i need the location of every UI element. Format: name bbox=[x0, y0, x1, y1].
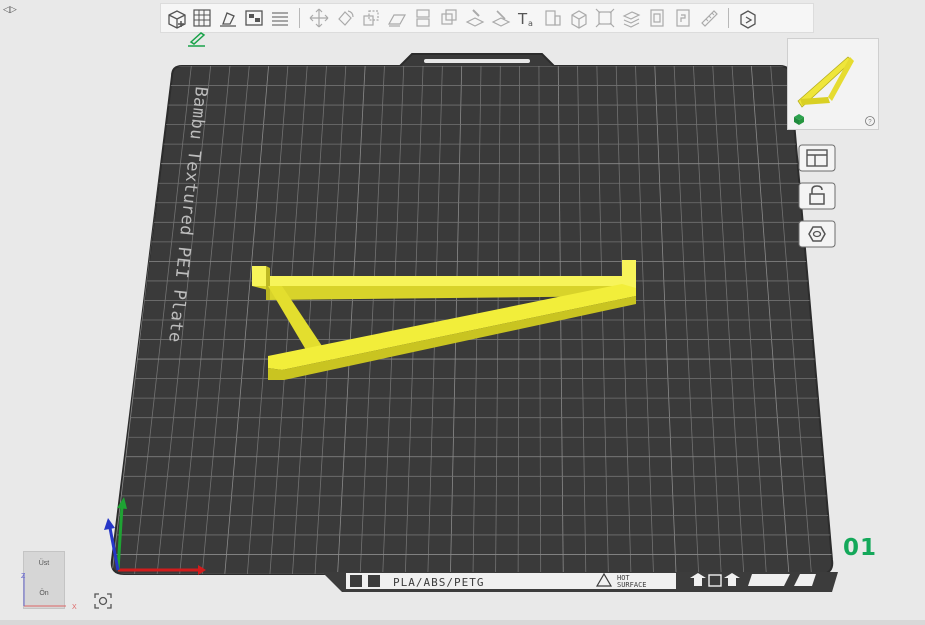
add-cube-icon bbox=[168, 10, 186, 29]
toolbar-scale-button[interactable] bbox=[358, 5, 384, 31]
arrange-icon bbox=[245, 10, 263, 26]
arrange-layout-button[interactable] bbox=[797, 143, 837, 173]
toolbar-measure-button[interactable] bbox=[696, 5, 722, 31]
seam-paint-icon bbox=[491, 10, 511, 27]
toolbar-arrange-button[interactable] bbox=[241, 5, 267, 31]
plate-handle bbox=[424, 59, 530, 63]
grid-plus-icon bbox=[193, 9, 211, 27]
assemble-view-icon bbox=[740, 10, 756, 29]
toolbar-add-plate-button[interactable] bbox=[189, 5, 215, 31]
brim-ears-icon bbox=[676, 9, 690, 27]
toolbar-assemble-view-button[interactable] bbox=[735, 5, 761, 31]
top-toolbar: Ta bbox=[160, 3, 814, 33]
view-cube-top-face[interactable]: Üst bbox=[24, 560, 64, 567]
orient-icon bbox=[220, 12, 236, 27]
mesh-icon bbox=[650, 9, 664, 27]
toolbar-boolean-button[interactable] bbox=[436, 5, 462, 31]
rotate-icon bbox=[338, 10, 354, 26]
toolbar-support-paint-button[interactable] bbox=[462, 5, 488, 31]
toolbar-rotate-button[interactable] bbox=[332, 5, 358, 31]
toolbar-add-object-button[interactable] bbox=[163, 5, 189, 31]
toolbar-mesh-boolean-button[interactable] bbox=[644, 5, 670, 31]
toolbar-brim-ears-button[interactable] bbox=[670, 5, 696, 31]
toolbar-separator bbox=[728, 8, 729, 28]
measure-corner-icon bbox=[595, 8, 615, 28]
toolbar-assembly-button[interactable] bbox=[566, 5, 592, 31]
toolbar-cut-button[interactable] bbox=[410, 5, 436, 31]
material-label: PLA/ABS/PETG bbox=[393, 576, 484, 589]
emboss-icon bbox=[545, 10, 561, 26]
warning-line2: SURFACE bbox=[617, 581, 647, 589]
toolbar-move-button[interactable] bbox=[306, 5, 332, 31]
svg-text:a: a bbox=[528, 19, 533, 28]
plate-number[interactable]: 01 bbox=[843, 535, 877, 561]
toolbar-text-button[interactable]: Ta bbox=[514, 5, 540, 31]
plate-icon-a bbox=[350, 575, 362, 587]
lay-on-face-icon bbox=[387, 14, 407, 27]
move-icon bbox=[309, 8, 329, 28]
variable-layer-icon bbox=[622, 11, 641, 28]
toolbar-split-plate-button[interactable] bbox=[267, 5, 293, 31]
toolbar-separator bbox=[299, 8, 300, 28]
boolean-icon bbox=[441, 9, 457, 25]
svg-text:T: T bbox=[517, 10, 528, 28]
scale-icon bbox=[363, 10, 379, 26]
edit-pencil-icon[interactable] bbox=[185, 30, 209, 48]
zoom-fit-icon[interactable] bbox=[92, 591, 114, 611]
thumbnail-cube-icon bbox=[794, 114, 804, 125]
svg-text:?: ? bbox=[868, 119, 872, 125]
toolbar-auto-orient-button[interactable] bbox=[215, 5, 241, 31]
lock-plate-button[interactable] bbox=[797, 181, 837, 211]
toolbar-svg-emboss-button[interactable] bbox=[540, 5, 566, 31]
mini-axis-z-label: Z bbox=[21, 573, 26, 580]
hex-nut-icon bbox=[798, 220, 836, 248]
layout-icon bbox=[798, 144, 836, 172]
support-paint-icon bbox=[465, 9, 485, 27]
toolbar-measure-corner-button[interactable] bbox=[592, 5, 618, 31]
text-icon: Ta bbox=[517, 10, 533, 28]
plate-thumbnail[interactable]: ? bbox=[787, 38, 879, 130]
plate-settings-button[interactable] bbox=[797, 219, 837, 249]
assembly-icon bbox=[571, 10, 587, 29]
plate-icon-b bbox=[368, 575, 380, 587]
mini-axis-gizmo: X Z bbox=[21, 573, 77, 611]
status-strip bbox=[0, 620, 925, 625]
ruler-icon bbox=[701, 10, 718, 27]
mini-axis-x-label: X bbox=[72, 604, 77, 611]
toolbar-seam-paint-button[interactable] bbox=[488, 5, 514, 31]
cut-icon bbox=[416, 9, 430, 27]
toolbar-variable-layer-button[interactable] bbox=[618, 5, 644, 31]
unlock-icon bbox=[798, 182, 836, 210]
collapse-sidebar-icon[interactable]: ◁▷ bbox=[3, 3, 17, 15]
layers-icon bbox=[272, 12, 288, 26]
plate-stripe bbox=[748, 574, 790, 586]
toolbar-lay-on-face-button[interactable] bbox=[384, 5, 410, 31]
